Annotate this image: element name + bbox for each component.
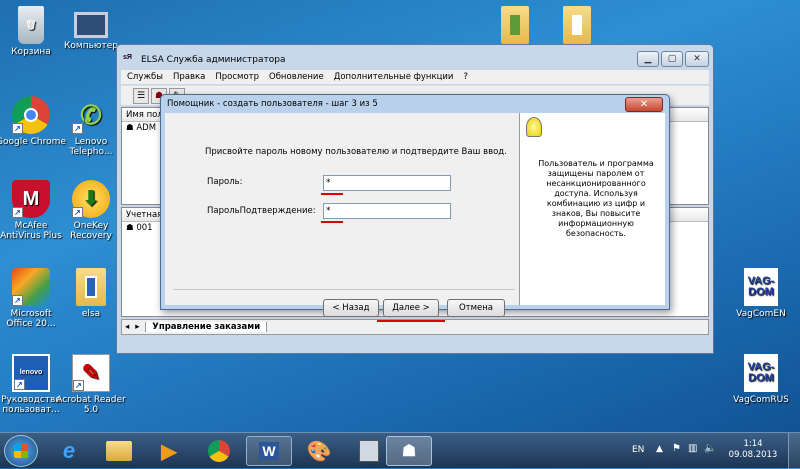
office-icon: ↗: [12, 268, 50, 306]
menu-services[interactable]: Службы: [127, 70, 163, 84]
recycle-bin-icon: 🗑: [18, 6, 44, 44]
toolbar-properties-icon[interactable]: ☰: [133, 88, 149, 104]
folder-icon: [501, 6, 529, 44]
button-divider: [173, 289, 515, 290]
clock-time: 1:14: [743, 439, 763, 449]
clock-date: 09.08.2013: [728, 450, 778, 460]
taskbar-word-icon[interactable]: W: [246, 436, 292, 466]
tab-scroll-left-icon[interactable]: ◂: [122, 322, 132, 332]
password-highlight: [321, 193, 343, 195]
confirm-password-field[interactable]: *: [323, 203, 451, 219]
vagdom-icon: VAG- DOM: [744, 268, 778, 306]
acrobat-icon: ✎ ↗: [72, 354, 110, 392]
tab-order-management[interactable]: Управление заказами: [145, 322, 268, 332]
taskbar: e ▶ W 🎨 ☗ EN ▲ ⚑ ▥ 🔈 1:14 09.08.2013: [0, 432, 800, 469]
maximize-button[interactable]: ▢: [661, 51, 683, 67]
desktop-icon-folder-1[interactable]: [480, 6, 550, 47]
taskbar-ie-icon[interactable]: e: [46, 436, 92, 466]
lenovo-guide-icon: lenovo ↗: [12, 354, 50, 392]
back-button[interactable]: < Назад: [323, 299, 379, 317]
desktop-icon-vagcomrus[interactable]: VAG- DOM VagComRUS: [726, 354, 796, 405]
confirm-password-label: ПарольПодтверждение:: [207, 206, 316, 216]
create-user-wizard-dialog: Помощник - создать пользователя - шаг 3 …: [160, 94, 670, 322]
computer-icon: [74, 12, 108, 38]
menu-extra-functions[interactable]: Дополнительные функции: [334, 70, 454, 84]
cancel-button[interactable]: Отмена: [447, 299, 505, 317]
password-label: Пароль:: [207, 177, 243, 187]
user-row-icon: ☗: [126, 123, 134, 133]
chrome-icon: ↗: [12, 96, 50, 134]
desktop-icon-folder-2[interactable]: [542, 6, 612, 47]
dialog-body: Присвойте пароль новому пользователю и п…: [165, 113, 665, 322]
folder-icon: [76, 268, 106, 306]
tray-network-icon[interactable]: ▥: [688, 443, 697, 454]
next-button-highlight: [377, 320, 445, 322]
account-row-icon: ☗: [126, 223, 134, 233]
dialog-form: Присвойте пароль новому пользователю и п…: [165, 113, 515, 322]
folder-icon: [563, 6, 591, 44]
tray-volume-icon[interactable]: 🔈: [704, 443, 716, 454]
help-lightbulb-icon: [526, 117, 542, 137]
taskbar-paint-icon[interactable]: 🎨: [296, 436, 342, 466]
window-title: ELSA Служба администратора: [141, 55, 286, 65]
menu-bar: Службы Правка Просмотр Обновление Дополн…: [121, 70, 709, 84]
desktop-icon-computer[interactable]: Компьютер: [56, 6, 126, 51]
confirm-password-highlight: [321, 221, 343, 223]
minimize-button[interactable]: ▁: [637, 51, 659, 67]
menu-edit[interactable]: Правка: [173, 70, 205, 84]
next-button[interactable]: Далее >: [383, 299, 439, 317]
help-text: Пользователь и программа защищены пароле…: [538, 159, 654, 238]
instruction-text: Присвойте пароль новому пользователю и п…: [205, 147, 507, 157]
taskbar-elsa-icon[interactable]: ☗: [386, 436, 432, 466]
tab-scroll-right-icon[interactable]: ▸: [132, 322, 142, 332]
show-desktop-button[interactable]: [788, 433, 800, 469]
windows-logo-icon: [14, 444, 28, 458]
dialog-title: Помощник - создать пользователя - шаг 3 …: [167, 99, 378, 109]
desktop-icon-vagcomen[interactable]: VAG- DOM VagComEN: [726, 268, 796, 319]
vagdom-icon: VAG- DOM: [744, 354, 778, 392]
taskbar-media-player-icon[interactable]: ▶: [146, 436, 192, 466]
clock[interactable]: 1:14 09.08.2013: [724, 439, 782, 461]
desktop-icon-acrobat[interactable]: ✎ ↗ Acrobat Reader 5.0: [56, 354, 126, 415]
close-button[interactable]: ✕: [685, 51, 709, 67]
password-field[interactable]: *: [323, 175, 451, 191]
language-indicator[interactable]: EN: [632, 445, 644, 455]
tray-expand-icon[interactable]: ▲: [656, 444, 663, 454]
onekey-icon: ⬇ ↗: [72, 180, 110, 218]
menu-update[interactable]: Обновление: [269, 70, 324, 84]
elsa-app-icon: sЯ: [123, 54, 132, 61]
start-button[interactable]: [4, 435, 38, 467]
help-panel: Пользователь и программа защищены пароле…: [519, 113, 665, 305]
menu-help[interactable]: ?: [463, 70, 468, 84]
taskbar-chrome-icon[interactable]: [196, 436, 242, 466]
mcafee-icon: M ↗: [12, 180, 50, 218]
menu-view[interactable]: Просмотр: [215, 70, 259, 84]
lenovo-phone-icon: ✆ ↗: [72, 96, 110, 134]
taskbar-explorer-icon[interactable]: [96, 436, 142, 466]
tray-flag-icon[interactable]: ⚑: [672, 443, 681, 454]
dialog-close-button[interactable]: ✕: [625, 97, 663, 112]
